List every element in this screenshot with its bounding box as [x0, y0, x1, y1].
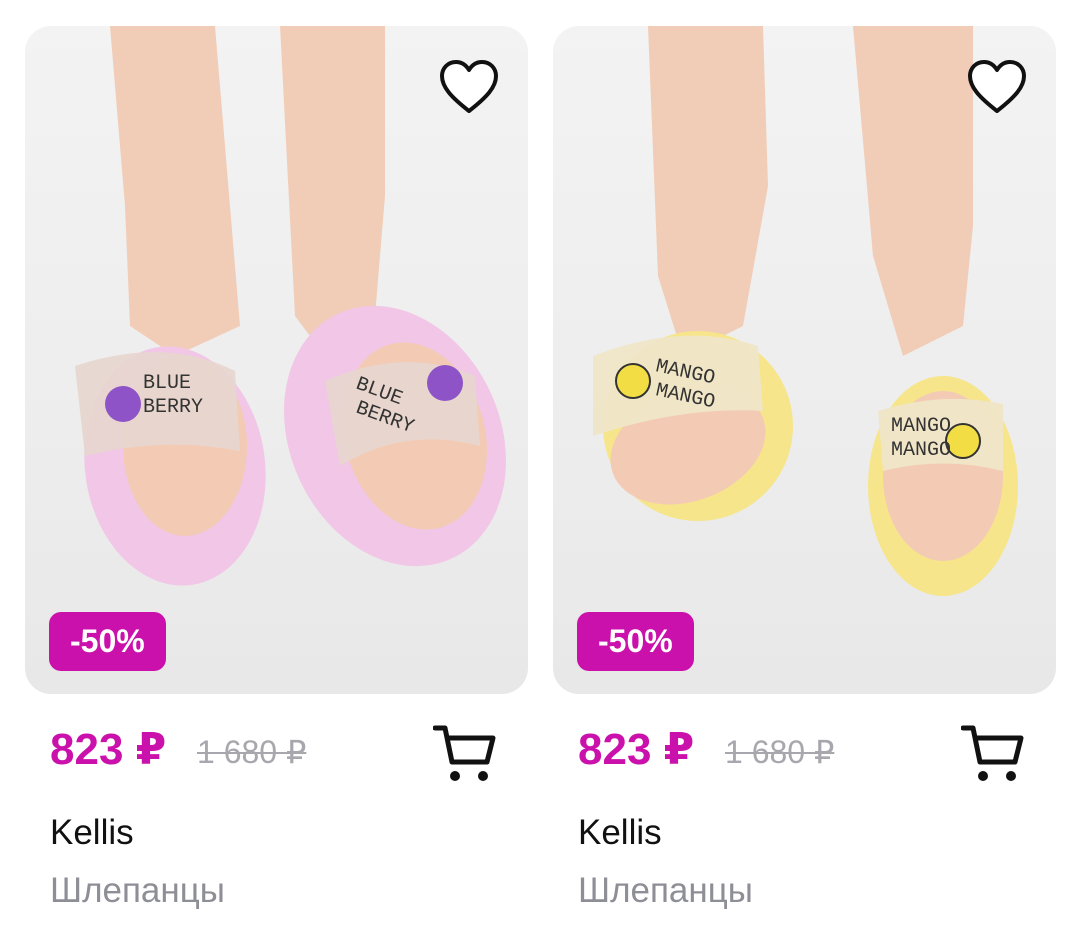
product-card[interactable]: BLUE BERRY BLUE BERRY -50% 823 ₽ 1 680 ₽ — [25, 26, 528, 808]
favorite-button[interactable] — [436, 56, 502, 118]
old-price: 1 680 ₽ — [197, 734, 307, 770]
strap-text-line2: MANGO — [891, 439, 951, 462]
heart-icon — [440, 60, 498, 113]
current-price: 823 ₽ — [578, 725, 695, 774]
add-to-cart-button[interactable] — [961, 724, 1025, 784]
price-row: 823 ₽ 1 680 ₽ — [553, 694, 1056, 808]
product-image: BLUE BERRY BLUE BERRY — [75, 26, 506, 586]
cart-icon — [961, 725, 1024, 781]
cart-icon — [433, 725, 496, 781]
discount-badge: -50% — [577, 612, 694, 671]
product-card[interactable]: MANGO MANGO MANGO MANGO -50% 823 ₽ 1 680… — [553, 26, 1056, 808]
product-photo[interactable]: MANGO MANGO MANGO MANGO -50% — [553, 26, 1056, 694]
price-row: 823 ₽ 1 680 ₽ — [25, 694, 528, 808]
old-price: 1 680 ₽ — [725, 734, 835, 770]
product-category[interactable]: Шлепанцы — [578, 870, 753, 912]
discount-badge: -50% — [49, 612, 166, 671]
product-photo[interactable]: BLUE BERRY BLUE BERRY -50% — [25, 26, 528, 694]
product-image: MANGO MANGO MANGO MANGO — [593, 26, 1018, 596]
strap-text-line2: BERRY — [143, 396, 203, 419]
strap-text-line1: BLUE — [143, 372, 191, 395]
product-brand[interactable]: Kellis — [50, 812, 134, 854]
product-brand[interactable]: Kellis — [578, 812, 662, 854]
current-price: 823 ₽ — [50, 725, 167, 774]
favorite-button[interactable] — [964, 56, 1030, 118]
strap-text-line1: MANGO — [891, 415, 951, 438]
product-grid: BLUE BERRY BLUE BERRY -50% 823 ₽ 1 680 ₽ — [0, 0, 1080, 927]
product-category[interactable]: Шлепанцы — [50, 870, 225, 912]
add-to-cart-button[interactable] — [433, 724, 497, 784]
heart-icon — [968, 60, 1026, 113]
